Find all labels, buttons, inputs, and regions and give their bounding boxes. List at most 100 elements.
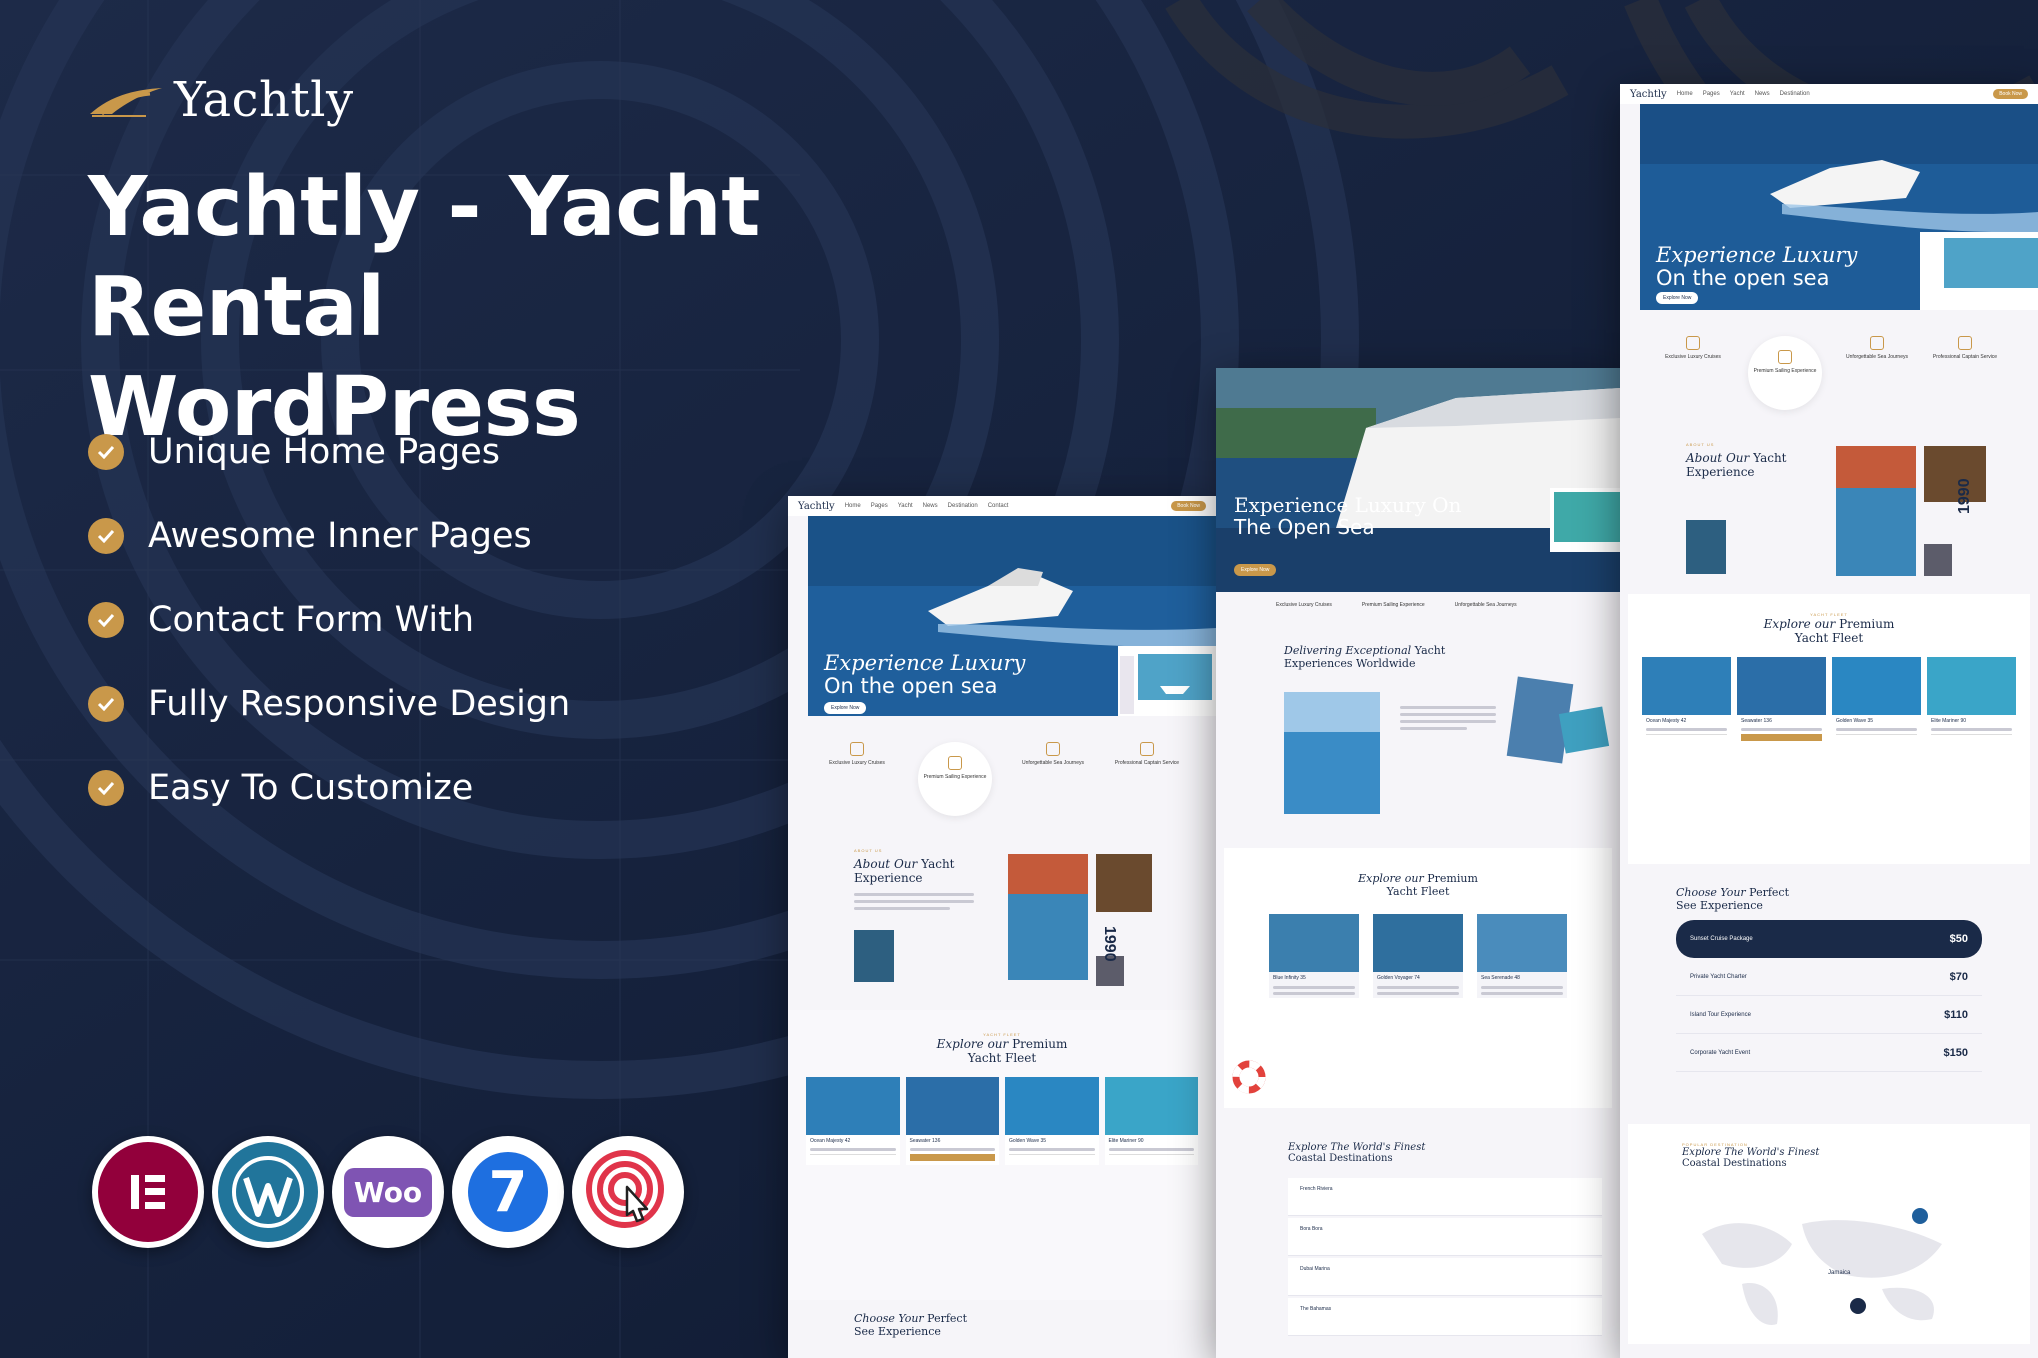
package-row[interactable]: Island Tour Experience $110 <box>1676 996 1982 1034</box>
fleet-card[interactable]: Golden Wave 35 <box>1832 657 1921 745</box>
brand-logo: Yachtly <box>88 72 354 128</box>
explore-button[interactable]: Explore Now <box>1234 564 1277 576</box>
package-row[interactable]: Private Yacht Charter $70 <box>1676 958 1982 996</box>
packages-section: Choose Your Perfect See Experience Sunse… <box>1620 864 2038 1114</box>
fleet-name: Elite Mariner 90 <box>1931 718 1967 724</box>
nav-link[interactable]: Home <box>1677 91 1693 97</box>
check-circle-icon <box>88 434 124 470</box>
service-label: Professional Captain Service <box>1932 354 1998 360</box>
nav-link[interactable]: Yacht <box>898 503 913 509</box>
service-label: Exclusive Luxury Cruises <box>829 760 885 766</box>
book-now-button[interactable]: Book Now <box>1171 501 1206 511</box>
nav-link[interactable]: Pages <box>1703 91 1720 97</box>
fleet-title-line2: Yacht Fleet <box>1794 631 1864 645</box>
fleet-section: Explore our Premium Yacht Fleet Blue Inf… <box>1224 848 1612 1108</box>
sail-icon <box>948 756 962 770</box>
woocommerce-icon: Woo <box>332 1136 444 1248</box>
packages-section: Choose Your Perfect See Experience <box>788 1300 1216 1350</box>
package-row[interactable]: Corporate Yacht Event $150 <box>1676 1034 1982 1072</box>
destination-row[interactable]: Bora Bora <box>1288 1218 1602 1256</box>
fleet-name: Ocean Majesty 42 <box>810 1138 851 1144</box>
fleet-name: Elite Mariner 90 <box>1108 1138 1144 1144</box>
package-name: Island Tour Experience <box>1690 1011 1751 1018</box>
service-item: Unforgettable Sea Journeys <box>1020 742 1086 816</box>
book-now-button[interactable]: Book Now <box>1993 89 2028 99</box>
nav-link[interactable]: Destination <box>1780 91 1810 97</box>
hero-title: Experience Luxury On the open sea <box>1656 243 1857 291</box>
map-title-line2: Coastal Destinations <box>1682 1158 1787 1169</box>
mockup-home-a: Yachtly Home Pages Yacht News Destinatio… <box>788 496 1216 1358</box>
service-item: Exclusive Luxury Cruises <box>824 742 890 816</box>
contact-form-7-icon: 7 <box>452 1136 564 1248</box>
package-price: $110 <box>1944 1008 1968 1021</box>
nav-link[interactable]: Pages <box>871 503 888 509</box>
fleet-name: Golden Voyager 74 <box>1377 975 1420 981</box>
hero-title: Experience Luxury On the open sea <box>824 651 1026 698</box>
hero-subtitle: On the open sea <box>1656 266 1830 291</box>
fleet-card[interactable]: Elite Mariner 90 <box>1927 657 2016 745</box>
about-year: 1990 <box>1101 926 1118 962</box>
packages-title-italic: Choose Your <box>854 1312 924 1325</box>
fleet-card[interactable]: Golden Voyager 74 <box>1373 914 1463 998</box>
services-row: Exclusive Luxury Cruises Premium Sailing… <box>1216 592 1620 618</box>
map-title-italic: Explore The World's Finest <box>1682 1147 1820 1158</box>
fleet-card[interactable]: Ocean Majesty 42 <box>806 1077 900 1165</box>
explore-button[interactable]: Explore Now <box>1656 292 1699 304</box>
fleet-card[interactable]: Golden Wave 35 <box>1005 1077 1099 1165</box>
fleet-card[interactable]: Ocean Majesty 42 <box>1642 657 1731 745</box>
title-line-1: Yachtly - Yacht Rental <box>88 160 760 355</box>
mock-logo: Yachtly <box>798 500 835 512</box>
feature-item: Contact Form With <box>88 578 570 662</box>
nav-link[interactable]: Contact <box>988 503 1009 509</box>
captain-icon <box>1140 742 1154 756</box>
woo-label: Woo <box>343 1167 433 1217</box>
hero-title-line: Experience Luxury <box>824 651 1026 675</box>
fleet-name: Sea Serenade 48 <box>1481 975 1520 981</box>
nav-link[interactable]: Destination <box>948 503 978 509</box>
destination-row[interactable]: Dubai Marina <box>1288 1258 1602 1296</box>
fleet-name: Seawater 136 <box>1741 718 1772 724</box>
destination-row[interactable]: French Riviera <box>1288 1178 1602 1216</box>
about-section: ABOUT US About Our Yacht Experience 1990 <box>788 830 1216 1010</box>
nav-link[interactable]: Home <box>845 503 861 509</box>
fleet-card[interactable]: Sea Serenade 48 <box>1477 914 1567 998</box>
services-row: Exclusive Luxury Cruises Premium Sailing… <box>788 716 1216 830</box>
nav-link[interactable]: News <box>1755 91 1770 97</box>
hero-section: Experience Luxury On the open sea Explor… <box>1620 104 2038 310</box>
packages-title: Choose Your Perfect See Experience <box>854 1312 1150 1338</box>
feature-item: Unique Home Pages <box>88 410 570 494</box>
fleet-title: Explore our Premium Yacht Fleet <box>806 1037 1198 1065</box>
fleet-name: Golden Wave 35 <box>1009 1138 1047 1144</box>
map-title: Explore The World's Finest Coastal Desti… <box>1682 1147 1976 1169</box>
fleet-title-rest: Premium <box>1012 1037 1068 1051</box>
fleet-title-line2: Yacht Fleet <box>967 1051 1037 1065</box>
wheel-icon <box>1046 742 1060 756</box>
hero-title: Experience Luxury On The Open Sea <box>1234 494 1461 538</box>
explore-button[interactable]: Explore Now <box>824 702 867 714</box>
fleet-title-italic: Explore our <box>1358 872 1424 885</box>
fleet-name: Seawater 136 <box>909 1138 941 1144</box>
fleet-card[interactable]: Blue Infinity 35 <box>1269 914 1359 998</box>
nav-link[interactable]: News <box>923 503 938 509</box>
service-item: Unforgettable Sea Journeys <box>1844 336 1910 410</box>
check-circle-icon <box>88 518 124 554</box>
service-label: Premium Sailing Experience <box>1361 602 1425 608</box>
service-label: Unforgettable Sea Journeys <box>1846 354 1908 360</box>
fleet-name: Golden Wave 35 <box>1836 718 1874 724</box>
fleet-card[interactable]: Seawater 136 <box>1737 657 1826 745</box>
fleet-card[interactable]: Elite Mariner 90 <box>1104 1077 1198 1165</box>
cf7-label: 7 <box>468 1152 548 1232</box>
service-label: Exclusive Luxury Cruises <box>1276 602 1332 608</box>
feature-item: Awesome Inner Pages <box>88 494 570 578</box>
package-row[interactable]: Sunset Cruise Package $50 <box>1676 920 1982 958</box>
fleet-section: YACHT FLEET Explore our Premium Yacht Fl… <box>788 1010 1216 1300</box>
service-item: Premium Sailing Experience <box>1748 336 1822 410</box>
destination-row[interactable]: The Bahamas <box>1288 1298 1602 1336</box>
nav-link[interactable]: Yacht <box>1730 91 1745 97</box>
service-label: Premium Sailing Experience <box>923 774 987 780</box>
mock-nav: Yachtly Home Pages Yacht News Destinatio… <box>788 496 1216 516</box>
wordpress-icon <box>212 1136 324 1248</box>
package-price: $50 <box>1949 933 1968 945</box>
fleet-card[interactable]: Seawater 136 <box>905 1077 999 1165</box>
packages-title-rest: Perfect <box>1749 886 1790 899</box>
